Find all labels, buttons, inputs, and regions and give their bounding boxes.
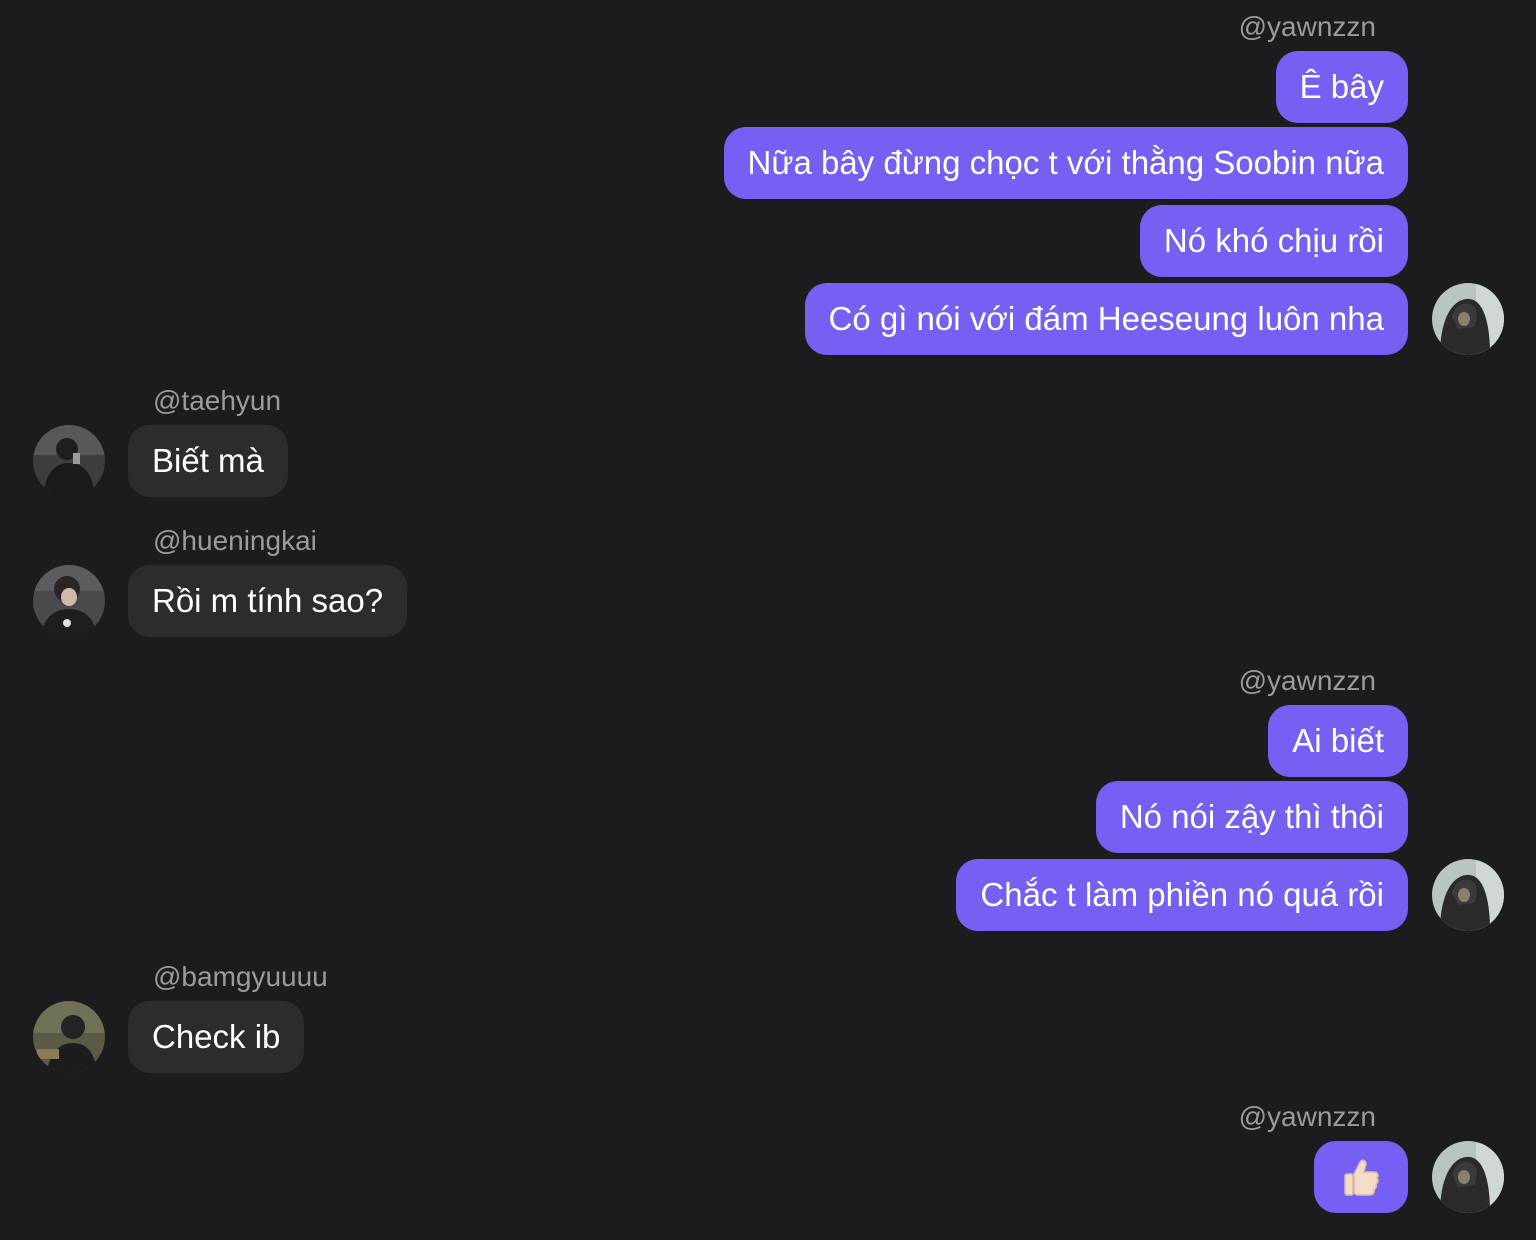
avatar[interactable] bbox=[1432, 283, 1504, 355]
message-bubble-outgoing[interactable]: Nữa bây đừng chọc t với thằng Soobin nữa bbox=[723, 127, 1408, 199]
sender-username: @yawnzzn bbox=[1238, 665, 1376, 696]
avatar[interactable] bbox=[1432, 859, 1504, 931]
message-bubble-outgoing[interactable]: Ai biết bbox=[1268, 705, 1408, 777]
message-bubble-outgoing[interactable]: 👍🏻 bbox=[1314, 1141, 1408, 1213]
message-bubble-incoming[interactable]: Check ib bbox=[128, 1001, 305, 1073]
message-bubble-incoming[interactable]: Biết mà bbox=[128, 425, 288, 497]
avatar[interactable] bbox=[33, 565, 105, 637]
sender-username: @yawnzzn bbox=[1238, 11, 1376, 42]
sender-username: @hueningkai bbox=[153, 525, 317, 556]
message-bubble-outgoing[interactable]: Nó khó chịu rồi bbox=[1139, 205, 1408, 277]
avatar[interactable] bbox=[1432, 1141, 1504, 1213]
sender-username: @bamgyuuuu bbox=[153, 961, 328, 992]
message-bubble-outgoing[interactable]: Nó nói zậy thì thôi bbox=[1095, 781, 1408, 853]
sender-username: @taehyun bbox=[153, 385, 282, 416]
avatar[interactable] bbox=[33, 425, 105, 497]
message-bubble-incoming[interactable]: Rồi m tính sao? bbox=[128, 565, 408, 637]
thumbs-up-icon bbox=[1344, 1159, 1379, 1196]
sender-username: @yawnzzn bbox=[1238, 1101, 1376, 1132]
avatar[interactable] bbox=[33, 1001, 105, 1073]
message-bubble-outgoing[interactable]: Chắc t làm phiền nó quá rồi bbox=[956, 859, 1408, 931]
message-bubble-outgoing[interactable]: Ê bây bbox=[1275, 51, 1408, 123]
message-bubble-outgoing[interactable]: Có gì nói với đám Heeseung luôn nha bbox=[804, 283, 1408, 355]
